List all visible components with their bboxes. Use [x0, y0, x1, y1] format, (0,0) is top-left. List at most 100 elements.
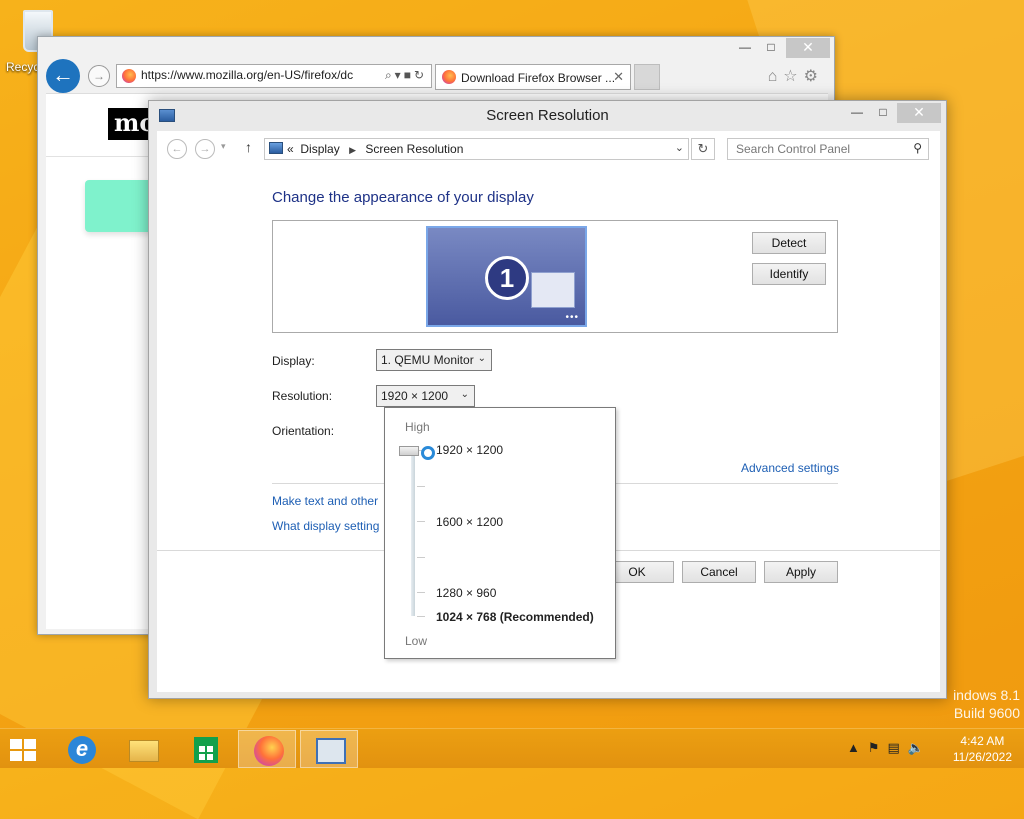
- show-hidden-icons-icon[interactable]: ▲: [847, 740, 868, 755]
- firefox-favicon-icon: [442, 70, 456, 84]
- refresh-button[interactable]: ↻: [691, 138, 715, 160]
- firefox-icon: [254, 736, 284, 766]
- chevron-down-icon: ⌄: [477, 353, 486, 364]
- flag-icon[interactable]: ⚑: [868, 740, 888, 755]
- resolution-option-recommended[interactable]: 1024 × 768 (Recommended): [436, 610, 594, 624]
- address-bar[interactable]: https://www.mozilla.org/en-US/firefox/dc…: [116, 64, 432, 88]
- chevron-down-icon[interactable]: ⌄: [675, 141, 684, 154]
- new-tab-button[interactable]: [634, 64, 660, 90]
- search-input[interactable]: Search Control Panel ⚲: [727, 138, 929, 160]
- windows-watermark: indows 8.1 Build 9600: [953, 686, 1020, 722]
- close-button[interactable]: ✕: [897, 103, 941, 123]
- resolution-select[interactable]: 1920 × 1200 ⌄: [376, 385, 475, 407]
- minimize-button[interactable]: —: [732, 38, 758, 58]
- display-preview: 1 ••• Detect Identify: [272, 220, 838, 333]
- slider-tick: [417, 557, 425, 558]
- back-button[interactable]: ←: [167, 139, 187, 159]
- resolution-option[interactable]: 1920 × 1200: [436, 443, 503, 457]
- folder-icon: [129, 740, 159, 762]
- resolution-slider-thumb[interactable]: [399, 446, 419, 456]
- close-button[interactable]: ✕: [786, 38, 830, 58]
- address-url: https://www.mozilla.org/en-US/firefox/dc: [141, 68, 354, 82]
- windows-logo-icon: [10, 739, 22, 749]
- taskbar: e ▲⚑▤🔈 4:42 AM 11/26/2022: [0, 728, 1024, 768]
- taskbar-store[interactable]: [176, 730, 234, 768]
- window-title: Screen Resolution: [486, 107, 609, 124]
- breadcrumb-separator-icon: ▶: [349, 145, 356, 155]
- forward-button[interactable]: →: [88, 65, 110, 87]
- monitor-number: 1: [485, 256, 529, 300]
- page-title: Change the appearance of your display: [272, 189, 534, 206]
- identify-button[interactable]: Identify: [752, 263, 826, 285]
- breadcrumb-display[interactable]: Display: [300, 142, 339, 156]
- slider-tick: [417, 616, 425, 617]
- network-icon[interactable]: ▤: [888, 740, 908, 755]
- tab-close-icon[interactable]: ✕: [613, 69, 624, 85]
- window-icon: [531, 272, 575, 308]
- taskbar-firefox[interactable]: [238, 730, 296, 768]
- minimize-button[interactable]: —: [844, 103, 870, 123]
- resolution-value: 1920 × 1200: [381, 389, 449, 403]
- back-button[interactable]: ←: [46, 59, 80, 93]
- maximize-button[interactable]: □: [870, 103, 896, 123]
- dialog-body: ← → ▾ ↑ « Display ▶ Screen Resolution ⌄ …: [157, 131, 940, 692]
- monitor-1-thumbnail[interactable]: 1 •••: [426, 226, 587, 327]
- slider-tick: [417, 521, 425, 522]
- clock[interactable]: 4:42 AM 11/26/2022: [953, 733, 1012, 765]
- dots-icon: •••: [565, 312, 579, 323]
- browser-tab[interactable]: Download Firefox Browser ... ✕: [435, 64, 631, 90]
- high-label: High: [405, 420, 430, 434]
- apply-button[interactable]: Apply: [764, 561, 838, 583]
- resolution-label: Resolution:: [272, 389, 333, 403]
- breadcrumb-prefix[interactable]: «: [287, 142, 294, 156]
- display-value: 1. QEMU Monitor: [381, 353, 474, 367]
- up-arrow-icon[interactable]: ↑: [245, 139, 252, 155]
- volume-muted-icon[interactable]: 🔈: [908, 740, 932, 755]
- busy-cursor-icon: [421, 446, 435, 460]
- browser-toolbar-icons[interactable]: ⌂☆⚙: [768, 66, 824, 86]
- taskbar-internet-explorer[interactable]: e: [52, 730, 110, 768]
- cancel-button[interactable]: Cancel: [682, 561, 756, 583]
- store-icon: [194, 737, 218, 763]
- start-button[interactable]: [10, 739, 38, 761]
- advanced-settings-link[interactable]: Advanced settings: [741, 461, 839, 475]
- display-label: Display:: [272, 354, 315, 368]
- resolution-slider-track[interactable]: [411, 456, 415, 616]
- display-settings-help-link[interactable]: What display setting: [272, 519, 379, 533]
- taskbar-control-panel[interactable]: [300, 730, 358, 768]
- address-tools-icon[interactable]: ⌕▾■↻: [385, 68, 427, 83]
- make-text-larger-link[interactable]: Make text and other: [272, 494, 378, 508]
- clock-date: 11/26/2022: [952, 750, 1012, 764]
- search-placeholder: Search Control Panel: [736, 142, 851, 156]
- recycle-bin-label: Recyc: [6, 60, 40, 74]
- watermark-line: Build 9600: [953, 705, 1020, 721]
- breadcrumb[interactable]: « Display ▶ Screen Resolution ⌄: [264, 138, 689, 160]
- maximize-button[interactable]: □: [758, 38, 784, 58]
- slider-tick: [417, 486, 425, 487]
- recent-pages-icon[interactable]: ▾: [221, 141, 226, 152]
- windows-logo-part: [24, 739, 36, 749]
- chevron-down-icon: ⌄: [460, 389, 469, 400]
- tab-title: Download Firefox Browser ...: [461, 71, 616, 85]
- display-select[interactable]: 1. QEMU Monitor ⌄: [376, 349, 492, 371]
- resolution-dropdown[interactable]: High 1920 × 1200 1600 × 1200 1280 × 960 …: [384, 407, 616, 659]
- resolution-option[interactable]: 1280 × 960: [436, 586, 496, 600]
- windows-logo-part: [10, 751, 22, 761]
- system-tray[interactable]: ▲⚑▤🔈: [847, 740, 932, 756]
- screen-resolution-window[interactable]: Screen Resolution — □ ✕ ← → ▾ ↑ « Displa…: [148, 100, 947, 699]
- control-panel-icon: [316, 738, 346, 764]
- detect-button[interactable]: Detect: [752, 232, 826, 254]
- resolution-option[interactable]: 1600 × 1200: [436, 515, 503, 529]
- clock-time: 4:42 AM: [960, 734, 1005, 748]
- low-label: Low: [405, 634, 428, 648]
- forward-button[interactable]: →: [195, 139, 215, 159]
- taskbar-file-explorer[interactable]: [114, 730, 172, 768]
- breadcrumb-screen-resolution[interactable]: Screen Resolution: [365, 142, 463, 156]
- slider-tick: [417, 592, 425, 593]
- firefox-favicon-icon: [122, 69, 136, 83]
- windows-logo-part: [24, 751, 36, 761]
- orientation-label: Orientation:: [272, 424, 335, 438]
- internet-explorer-icon: e: [68, 736, 96, 764]
- watermark-line: indows 8.1: [953, 687, 1020, 703]
- search-icon[interactable]: ⚲: [913, 141, 922, 155]
